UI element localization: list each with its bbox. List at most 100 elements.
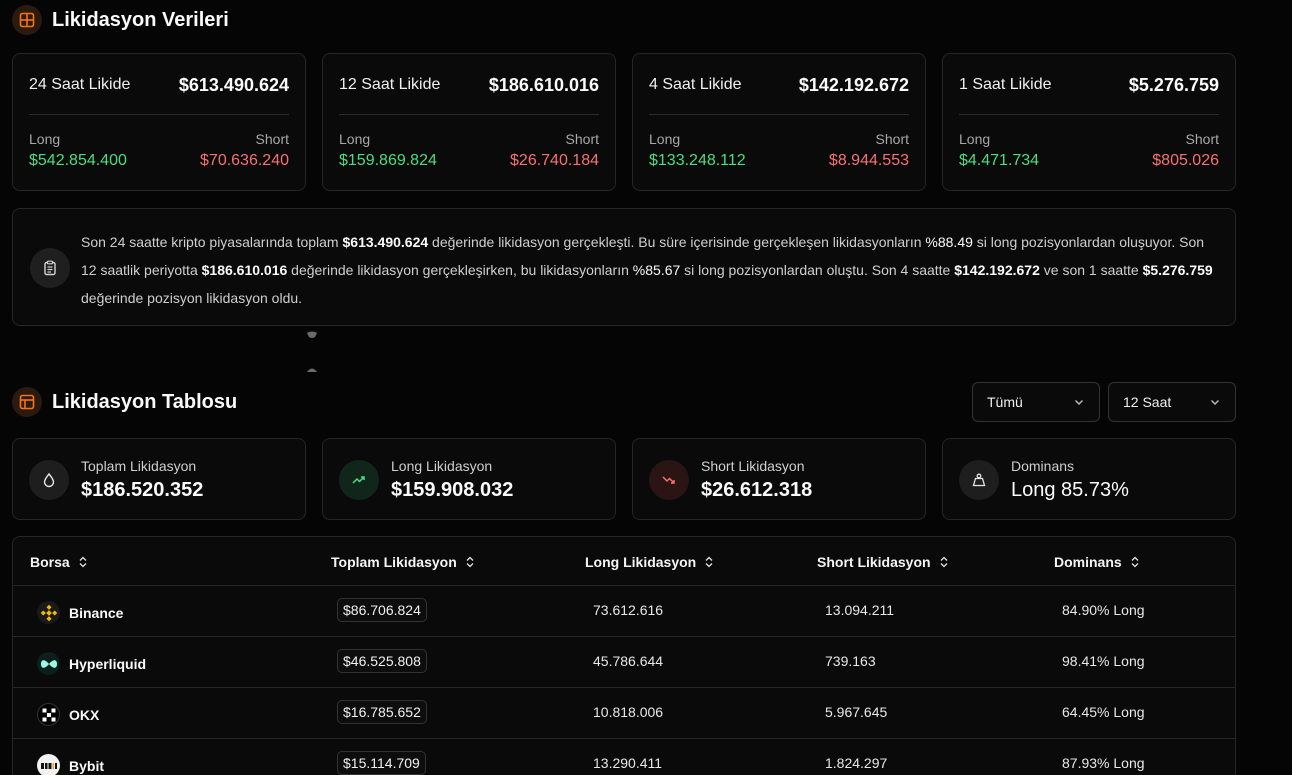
clipboard-icon bbox=[30, 248, 70, 288]
trending-down-icon bbox=[649, 460, 689, 500]
stat-value: $159.908.032 bbox=[391, 479, 514, 501]
long-value: $4.471.734 bbox=[959, 152, 1040, 169]
short-liquidation-cell: 739.163 bbox=[825, 653, 876, 669]
period-select[interactable]: 12 Saat bbox=[1108, 382, 1236, 422]
stat-short-liquidation: Short Likidasyon $26.612.318 bbox=[632, 438, 926, 520]
long-label: Long bbox=[29, 131, 61, 147]
liquidation-card-1h: 1 Saat Likide $5.276.759 Long Short $4.471… bbox=[942, 53, 1236, 191]
short-liquidation-cell: 5.967.645 bbox=[825, 704, 888, 720]
table-row[interactable]: OKX $16.785.652 10.818.006 5.967.645 64.… bbox=[13, 688, 1235, 739]
long-label: Long bbox=[959, 131, 991, 147]
long-value: $542.854.400 bbox=[29, 152, 127, 169]
long-liquidation-cell: 13.290.411 bbox=[593, 755, 663, 771]
decorative-shape bbox=[307, 368, 317, 372]
stat-label: Long Likidasyon bbox=[391, 458, 493, 474]
short-liquidation-cell: 1.824.297 bbox=[825, 755, 888, 771]
long-value: $159.869.824 bbox=[339, 152, 437, 169]
total-liquidation-badge: $15.114.709 bbox=[337, 751, 426, 775]
stat-label: Toplam Likidasyon bbox=[81, 458, 197, 474]
select-value: 12 Saat bbox=[1123, 394, 1172, 410]
divider bbox=[29, 114, 289, 115]
sort-icon bbox=[940, 556, 948, 568]
short-label: Short bbox=[565, 131, 599, 147]
divider bbox=[339, 114, 599, 115]
total-liquidation-badge: $16.785.652 bbox=[337, 700, 427, 724]
liquidation-card-4h: 4 Saat Likide $142.192.672 Long Short $133… bbox=[632, 53, 926, 191]
chevron-down-icon bbox=[1211, 400, 1219, 405]
hyperliquid-logo-icon bbox=[37, 652, 60, 675]
divider bbox=[959, 114, 1219, 115]
exchange-name: OKX bbox=[69, 706, 100, 723]
long-label: Long bbox=[339, 131, 371, 147]
liquidation-data-header: Likidasyon Verileri bbox=[12, 5, 229, 35]
stat-value: $186.520.352 bbox=[81, 479, 204, 501]
chevron-down-icon bbox=[1075, 400, 1083, 405]
card-total: $613.490.624 bbox=[178, 74, 289, 95]
stat-value: Long 85.73% bbox=[1011, 479, 1129, 501]
dominance-cell: 87.93% Long bbox=[1062, 755, 1145, 771]
short-value: $70.636.240 bbox=[200, 152, 289, 169]
card-label: 1 Saat Likide bbox=[959, 76, 1052, 93]
drop-icon bbox=[29, 460, 69, 500]
stat-long-liquidation: Long Likidasyon $159.908.032 bbox=[322, 438, 616, 520]
section-title: Likidasyon Tablosu bbox=[52, 390, 238, 413]
card-total: $5.276.759 bbox=[1128, 74, 1219, 95]
total-liquidation-badge: $46.525.808 bbox=[337, 649, 427, 673]
short-liquidation-cell: 13.094.211 bbox=[825, 602, 895, 618]
exchange-cell: Binance bbox=[37, 601, 123, 624]
binance-logo-icon bbox=[37, 601, 60, 624]
dominance-cell: 64.45% Long bbox=[1062, 704, 1145, 720]
short-label: Short bbox=[1185, 131, 1219, 147]
sort-icon bbox=[466, 556, 474, 568]
select-value: Tümü bbox=[987, 394, 1023, 410]
long-value: $133.248.112 bbox=[649, 152, 746, 169]
liquidation-card-24h: 24 Saat Likide $613.490.624 Long Short $54… bbox=[12, 53, 306, 191]
sort-icon bbox=[1131, 556, 1139, 568]
column-header-short[interactable]: Short Likidasyon bbox=[817, 554, 949, 570]
exchange-name: Hyperliquid bbox=[69, 655, 147, 672]
stat-value: $26.612.318 bbox=[701, 479, 813, 501]
stat-dominance: Dominans Long 85.73% bbox=[942, 438, 1236, 520]
long-liquidation-cell: 10.818.006 bbox=[593, 704, 664, 720]
liquidation-table-header: Likidasyon Tablosu bbox=[12, 387, 237, 417]
divider bbox=[649, 114, 909, 115]
sort-icon bbox=[705, 556, 713, 568]
liquidation-table: Borsa Toplam Likidasyon Long Likidasyon … bbox=[12, 536, 1236, 775]
bybit-logo-icon bbox=[37, 754, 60, 775]
column-header-dominance[interactable]: Dominans bbox=[1054, 554, 1140, 570]
table-row[interactable]: Bybit $15.114.709 13.290.411 1.824.297 8… bbox=[13, 739, 1235, 775]
short-value: $26.740.184 bbox=[510, 152, 599, 169]
card-label: 24 Saat Likide bbox=[29, 76, 131, 93]
column-header-exchange[interactable]: Borsa bbox=[30, 554, 88, 570]
table-row[interactable]: Binance $86.706.824 73.612.616 13.094.21… bbox=[13, 586, 1235, 637]
stat-label: Short Likidasyon bbox=[701, 458, 805, 474]
stat-total-liquidation: Toplam Likidasyon $186.520.352 bbox=[12, 438, 306, 520]
column-header-total[interactable]: Toplam Likidasyon bbox=[331, 554, 475, 570]
exchange-cell: Hyperliquid bbox=[37, 652, 146, 675]
long-liquidation-cell: 45.786.644 bbox=[593, 653, 664, 669]
exchange-cell: Bybit bbox=[37, 754, 104, 775]
long-label: Long bbox=[649, 131, 681, 147]
page-title: Likidasyon Verileri bbox=[52, 8, 229, 31]
card-label: 12 Saat Likide bbox=[339, 76, 441, 93]
table-icon bbox=[12, 387, 42, 417]
grid-icon bbox=[12, 5, 42, 35]
summary-text: Son 24 saatte kripto piyasalarında topla… bbox=[81, 234, 1213, 306]
exchange-cell: OKX bbox=[37, 703, 99, 726]
exchange-name: Bybit bbox=[69, 757, 104, 774]
dominance-cell: 98.41% Long bbox=[1062, 653, 1145, 669]
total-liquidation-badge: $86.706.824 bbox=[337, 598, 427, 622]
okx-logo-icon bbox=[37, 703, 60, 726]
liquidation-summary: Son 24 saatte kripto piyasalarında topla… bbox=[12, 208, 1236, 326]
short-label: Short bbox=[255, 131, 289, 147]
column-header-long[interactable]: Long Likidasyon bbox=[585, 554, 714, 570]
card-total: $186.610.016 bbox=[488, 74, 599, 95]
table-row[interactable]: Hyperliquid $46.525.808 45.786.644 739.1… bbox=[13, 637, 1235, 688]
short-value: $805.026 bbox=[1152, 152, 1219, 169]
exchange-name: Binance bbox=[69, 604, 124, 621]
weight-icon bbox=[959, 460, 999, 500]
sort-icon bbox=[79, 556, 87, 568]
exchange-filter-select[interactable]: Tümü bbox=[972, 382, 1100, 422]
dominance-cell: 84.90% Long bbox=[1062, 602, 1145, 618]
short-label: Short bbox=[875, 131, 909, 147]
